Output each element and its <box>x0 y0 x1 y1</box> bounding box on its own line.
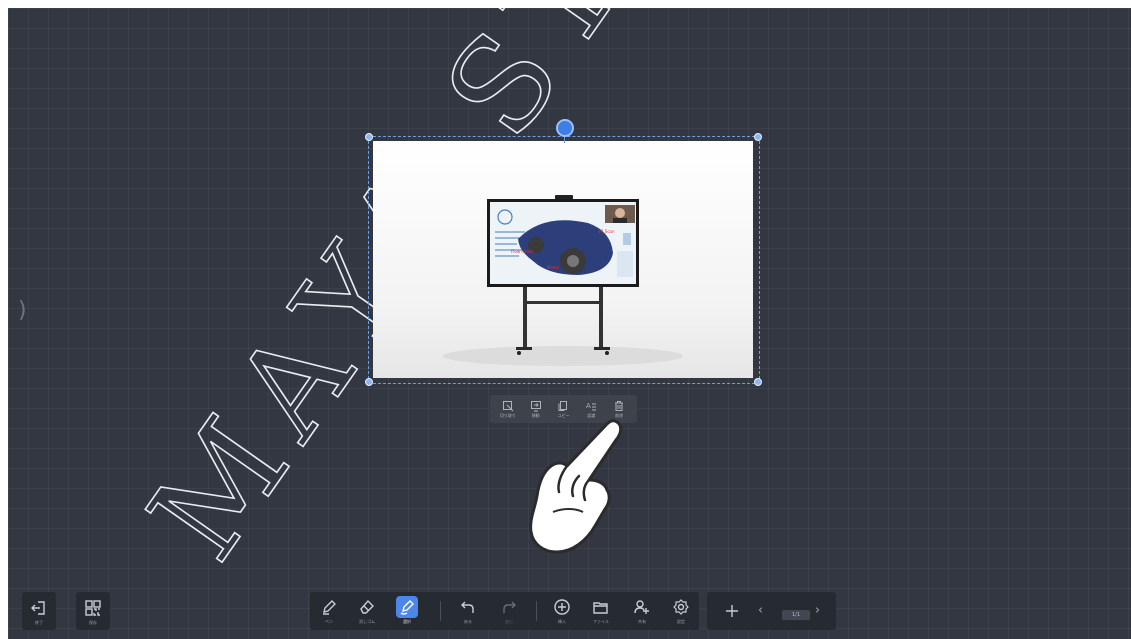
redo-icon <box>503 601 516 613</box>
add-page-button[interactable] <box>723 602 741 620</box>
pen-button[interactable]: ペン <box>320 598 338 625</box>
move-screen-icon <box>530 400 541 411</box>
trash-icon <box>615 400 624 411</box>
share-label: 共有 <box>638 619 646 624</box>
screen-frame: MAYA SYS ) Flow Intake VR Scan Model <box>0 0 1131 639</box>
next-page-button[interactable] <box>813 606 821 614</box>
rotate-handle[interactable] <box>556 119 574 137</box>
plus-icon <box>726 605 738 617</box>
eraser-label: 消しゴム <box>359 619 375 624</box>
folder-icon <box>593 602 608 614</box>
chevron-left-icon <box>758 607 763 613</box>
exit-icon <box>31 601 45 615</box>
insert-label: 挿入 <box>558 619 566 624</box>
undo-icon <box>461 601 474 613</box>
qr-code-icon <box>85 600 101 616</box>
pen-icon <box>323 600 336 615</box>
settings-label: 設定 <box>677 619 685 624</box>
undo-button[interactable]: 戻る <box>459 598 477 625</box>
redo-label: 進む <box>505 619 513 624</box>
select-label: 選択 <box>403 619 411 624</box>
plus-circle-icon <box>554 599 570 615</box>
settings-button[interactable]: 設定 <box>672 598 690 625</box>
resize-handle-top-left[interactable] <box>365 133 373 141</box>
recognize-text-icon: A <box>586 402 597 410</box>
gear-icon <box>673 599 689 615</box>
file-label: ファイル <box>593 619 609 624</box>
resize-handle-bottom-right[interactable] <box>754 378 762 386</box>
exit-button[interactable]: 終了 <box>30 599 48 626</box>
resize-handle-bottom-left[interactable] <box>365 378 373 386</box>
pointing-hand-icon <box>529 419 623 554</box>
select-button[interactable]: 選択 <box>396 596 418 625</box>
crop-button[interactable]: 切り取り <box>495 400 521 419</box>
whiteboard-canvas[interactable]: MAYA SYS ) Flow Intake VR Scan Model <box>8 8 1131 639</box>
copy-icon <box>558 400 568 411</box>
page-indicator[interactable]: 1/1 <box>782 610 810 620</box>
redo-button[interactable]: 進む <box>500 598 518 625</box>
select-icon <box>400 600 414 615</box>
svg-text:A: A <box>586 402 591 410</box>
crop-label: 切り取り <box>499 412 516 418</box>
add-user-icon <box>634 600 649 614</box>
edge-glyph: ) <box>18 298 27 323</box>
toolbar-divider <box>536 601 537 621</box>
chevron-right-icon <box>815 607 820 613</box>
crop-icon <box>502 400 514 411</box>
file-button[interactable]: ファイル <box>592 598 610 625</box>
share-button[interactable]: 共有 <box>633 598 651 625</box>
insert-button[interactable]: 挿入 <box>553 598 571 625</box>
save-button[interactable]: 保存 <box>84 599 102 626</box>
eraser-icon <box>360 599 374 614</box>
exit-label: 終了 <box>35 620 43 625</box>
resize-handle-top-right[interactable] <box>754 133 762 141</box>
undo-label: 戻る <box>464 619 472 624</box>
toolbar-divider <box>440 601 441 621</box>
page-panel <box>707 592 836 630</box>
main-toolbar: ペン 消しゴム 選択 戻る 進む 挿入 ファイル 共有 設定 <box>310 592 699 630</box>
exit-panel: 終了 <box>22 592 56 630</box>
selection-box[interactable] <box>368 136 760 384</box>
eraser-button[interactable]: 消しゴム <box>358 598 376 625</box>
prev-page-button[interactable] <box>757 606 765 614</box>
save-panel: 保存 <box>76 592 110 630</box>
save-label: 保存 <box>89 620 97 625</box>
pen-label: ペン <box>325 619 333 624</box>
